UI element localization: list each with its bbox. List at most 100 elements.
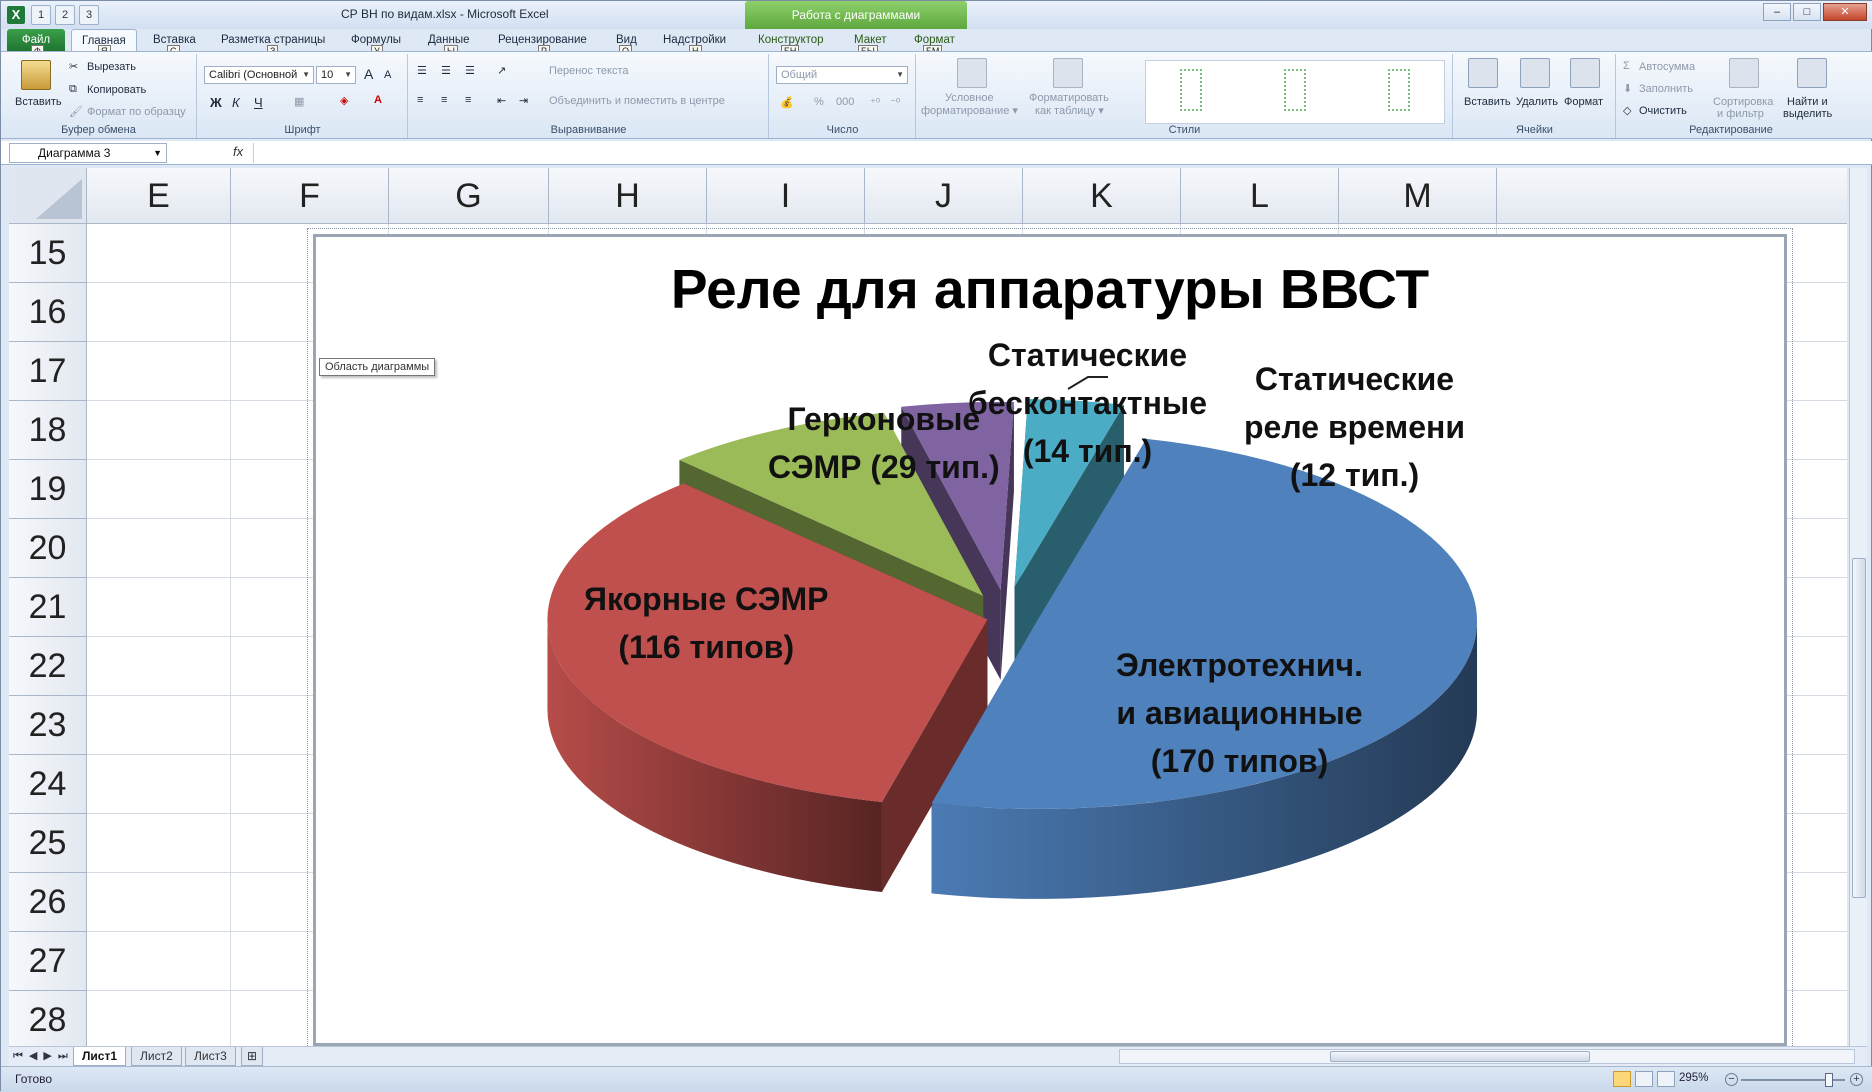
font-size-select[interactable]: 10 ▼ xyxy=(316,66,356,84)
column-header-k[interactable]: K xyxy=(1023,168,1181,224)
row-header-22[interactable]: 22 xyxy=(9,637,87,696)
insert-function-icon[interactable]: fx xyxy=(233,144,243,159)
font-name-select[interactable]: Calibri (Основной ▼ xyxy=(204,66,314,84)
close-button[interactable]: ✕ xyxy=(1823,3,1867,21)
align-left-icon[interactable]: ≡ xyxy=(417,94,423,106)
zoom-level[interactable]: 295% xyxy=(1679,1072,1708,1084)
row-header-15[interactable]: 15 xyxy=(9,224,87,283)
shrink-font-button[interactable]: A xyxy=(384,69,391,81)
merge-center-button[interactable]: Объединить и поместить в центре xyxy=(549,95,725,107)
fill-button[interactable]: Заполнить xyxy=(1639,83,1693,95)
autosum-icon[interactable]: Σ xyxy=(1623,60,1630,72)
find-select-icon[interactable] xyxy=(1797,58,1827,88)
font-color-icon[interactable]: A xyxy=(374,94,382,106)
increase-decimal-icon[interactable]: ⁺⁰ xyxy=(870,96,880,109)
indent-decrease-icon[interactable]: ⇤ xyxy=(497,94,506,107)
cell-style-item[interactable] xyxy=(1284,69,1306,111)
row-header-19[interactable]: 19 xyxy=(9,460,87,519)
copy-button[interactable]: Копировать xyxy=(87,84,146,96)
pie-data-label[interactable]: Герконовые СЭМР (29 тип.) xyxy=(768,395,1000,491)
percent-button[interactable]: % xyxy=(814,96,824,108)
zoom-knob[interactable] xyxy=(1825,1073,1833,1087)
wrap-text-button[interactable]: Перенос текста xyxy=(549,65,629,77)
zoom-in-icon[interactable]: + xyxy=(1850,1073,1863,1086)
column-header-g[interactable]: G xyxy=(389,168,549,224)
row-header-27[interactable]: 27 xyxy=(9,932,87,991)
format-cells-button[interactable]: Формат xyxy=(1564,96,1603,108)
row-header-25[interactable]: 25 xyxy=(9,814,87,873)
underline-button[interactable]: Ч xyxy=(254,95,263,110)
sheet-tab-2[interactable]: Лист2 xyxy=(131,1047,182,1066)
select-all-button[interactable] xyxy=(9,168,87,224)
redo-icon[interactable]: 3 xyxy=(79,5,99,25)
column-header-f[interactable]: F xyxy=(231,168,389,224)
undo-icon[interactable]: 2 xyxy=(55,5,75,25)
pie-data-label[interactable]: Статические бесконтактные (14 тип.) xyxy=(968,331,1207,475)
scissors-icon[interactable]: ✂ xyxy=(69,60,78,73)
column-header-e[interactable]: E xyxy=(87,168,231,224)
align-top-icon[interactable]: ☰ xyxy=(417,64,427,77)
pie-data-label[interactable]: Якорные СЭМР (116 типов) xyxy=(584,575,828,671)
orientation-icon[interactable]: ↗ xyxy=(497,64,506,77)
find-select-button[interactable]: Найти и xyxy=(1787,96,1828,108)
find-select-button-line2[interactable]: выделить xyxy=(1783,108,1832,120)
format-cells-icon[interactable] xyxy=(1570,58,1600,88)
save-icon[interactable]: 1 xyxy=(31,5,51,25)
page-layout-view-icon[interactable] xyxy=(1635,1071,1653,1087)
align-center-icon[interactable]: ≡ xyxy=(441,94,447,106)
number-format-select[interactable]: Общий ▼ xyxy=(776,66,908,84)
decrease-decimal-icon[interactable]: ⁻⁰ xyxy=(890,96,900,109)
row-header-18[interactable]: 18 xyxy=(9,401,87,460)
row-header-23[interactable]: 23 xyxy=(9,696,87,755)
conditional-format-icon[interactable] xyxy=(957,58,987,88)
fill-icon[interactable]: ⬇ xyxy=(1623,82,1632,95)
align-middle-icon[interactable]: ☰ xyxy=(441,64,451,77)
maximize-button[interactable]: □ xyxy=(1793,3,1821,21)
sheet-tab-1[interactable]: Лист1 xyxy=(73,1047,127,1066)
zoom-out-icon[interactable]: − xyxy=(1725,1073,1738,1086)
column-header-m[interactable]: M xyxy=(1339,168,1497,224)
clear-icon[interactable]: ◇ xyxy=(1623,104,1631,117)
sort-filter-button[interactable]: Сортировка xyxy=(1713,96,1773,108)
row-header-20[interactable]: 20 xyxy=(9,519,87,578)
horizontal-scrollbar[interactable] xyxy=(1119,1049,1855,1064)
excel-app-icon[interactable]: X xyxy=(7,6,25,24)
page-break-view-icon[interactable] xyxy=(1657,1071,1675,1087)
delete-cells-button[interactable]: Удалить xyxy=(1516,96,1558,108)
insert-cells-button[interactable]: Вставить xyxy=(1464,96,1511,108)
format-as-table-button[interactable]: Форматировать xyxy=(1029,92,1109,104)
pie-data-label[interactable]: Электротехнич. и авиационные (170 типов) xyxy=(1116,641,1363,785)
grow-font-button[interactable]: A xyxy=(364,66,373,82)
row-header-26[interactable]: 26 xyxy=(9,873,87,932)
row-header-16[interactable]: 16 xyxy=(9,283,87,342)
indent-increase-icon[interactable]: ⇥ xyxy=(519,94,528,107)
thousands-button[interactable]: 000 xyxy=(836,96,854,108)
column-header-next[interactable] xyxy=(1497,168,1847,224)
sheet-nav-arrows-icon[interactable]: ⏮◀▶⏭ xyxy=(13,1049,74,1063)
name-box[interactable]: Диаграмма 3 ▼ xyxy=(9,143,167,163)
autosum-button[interactable]: Автосумма xyxy=(1639,61,1695,73)
format-painter-icon[interactable]: 🖌 xyxy=(69,105,83,118)
new-sheet-icon[interactable]: ⊞ xyxy=(241,1047,264,1066)
italic-button[interactable]: К xyxy=(232,95,240,110)
currency-icon[interactable]: 💰 xyxy=(780,96,794,109)
column-header-j[interactable]: J xyxy=(865,168,1023,224)
chart-title[interactable]: Реле для аппаратуры ВВСТ xyxy=(316,257,1784,321)
paste-icon[interactable] xyxy=(21,60,51,90)
vertical-scrollbar[interactable] xyxy=(1849,168,1867,1046)
cell-style-item[interactable] xyxy=(1180,69,1202,111)
paste-button[interactable]: Вставить xyxy=(15,96,62,108)
row-header-24[interactable]: 24 xyxy=(9,755,87,814)
normal-view-icon[interactable] xyxy=(1613,1071,1631,1087)
copy-icon[interactable]: ⧉ xyxy=(69,83,77,96)
vertical-scroll-thumb[interactable] xyxy=(1852,558,1866,898)
conditional-format-button-line2[interactable]: форматирование ▾ xyxy=(921,104,1018,117)
row-header-17[interactable]: 17 xyxy=(9,342,87,401)
align-bottom-icon[interactable]: ☰ xyxy=(465,64,475,77)
column-header-l[interactable]: L xyxy=(1181,168,1339,224)
cell-styles-gallery[interactable] xyxy=(1145,60,1445,124)
format-as-table-button-line2[interactable]: как таблицу ▾ xyxy=(1035,104,1104,117)
clear-button[interactable]: Очистить xyxy=(1639,105,1687,117)
cell-style-item[interactable] xyxy=(1388,69,1410,111)
bold-button[interactable]: Ж xyxy=(210,95,222,110)
